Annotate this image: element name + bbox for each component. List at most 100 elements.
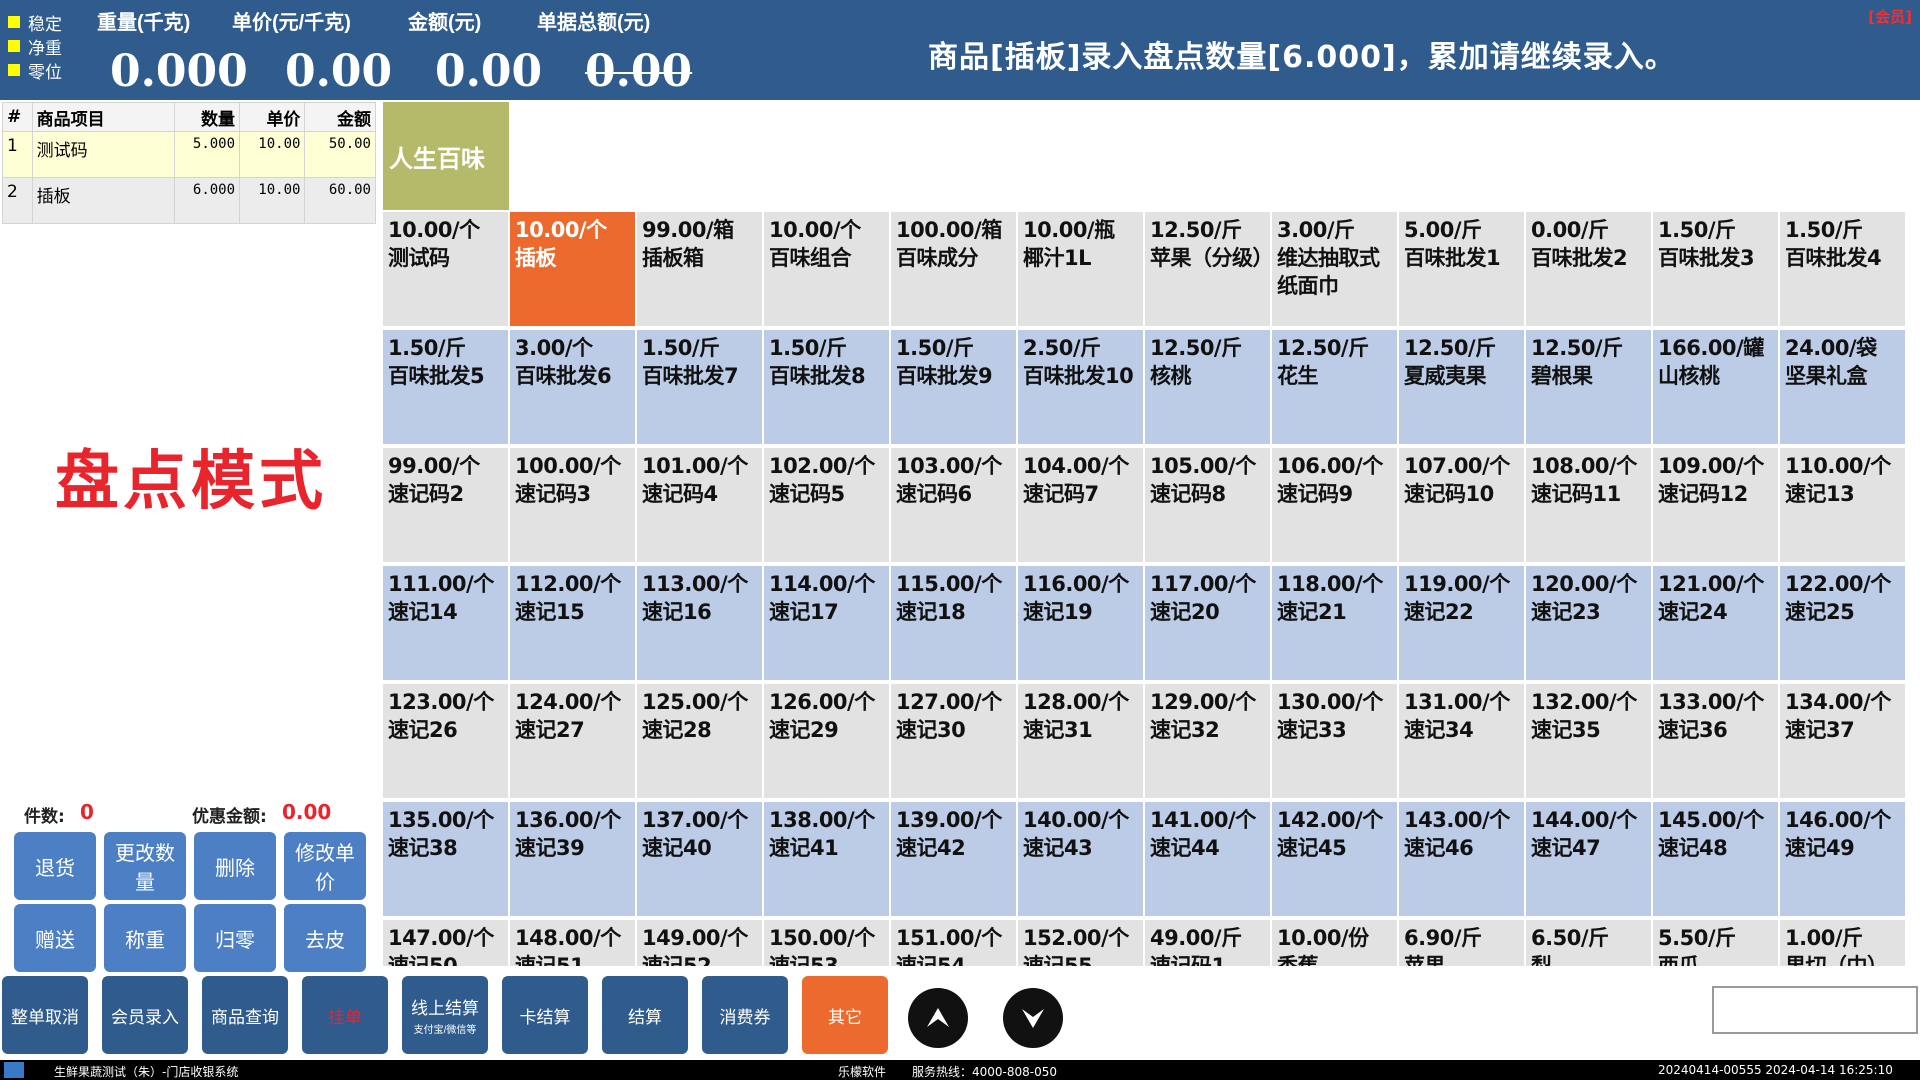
product-tile[interactable]: 12.50/斤 花生 [1272, 330, 1397, 444]
return-button[interactable]: 退货 [14, 832, 96, 900]
product-tile[interactable]: 12.50/斤 夏威夷果 [1399, 330, 1524, 444]
product-tile[interactable]: 12.50/斤 核桃 [1145, 330, 1270, 444]
product-tile[interactable]: 105.00/个 速记码8 [1145, 448, 1270, 562]
product-tile[interactable]: 10.00/瓶 椰汁1L [1018, 212, 1143, 326]
product-tile[interactable]: 1.50/斤 百味批发8 [764, 330, 889, 444]
product-grid-viewport[interactable]: 10.00/个 测试码 10.00/个 插板 99.00/箱 插板箱 10.00/个 百味组合… [383, 212, 1911, 966]
product-tile[interactable]: 152.00/个 速记55 [1018, 920, 1143, 966]
product-tile[interactable]: 138.00/个 速记41 [764, 802, 889, 916]
product-tile[interactable]: 122.00/个 速记25 [1780, 566, 1905, 680]
weigh-button[interactable]: 称重 [104, 904, 186, 972]
product-tile[interactable]: 120.00/个 速记23 [1526, 566, 1651, 680]
product-tile[interactable]: 118.00/个 速记21 [1272, 566, 1397, 680]
product-tile[interactable]: 6.90/斤 苹果 [1399, 920, 1524, 966]
product-tile[interactable]: 1.50/斤 百味批发3 [1653, 212, 1778, 326]
product-tile[interactable]: 5.00/斤 百味批发1 [1399, 212, 1524, 326]
scroll-down-button[interactable] [1003, 988, 1063, 1048]
product-tile[interactable]: 112.00/个 速记15 [510, 566, 635, 680]
product-tile[interactable]: 3.00/个 百味批发6 [510, 330, 635, 444]
product-tile[interactable]: 130.00/个 速记33 [1272, 684, 1397, 798]
product-tile[interactable]: 110.00/个 速记13 [1780, 448, 1905, 562]
product-tile[interactable]: 132.00/个 速记35 [1526, 684, 1651, 798]
product-tile[interactable]: 10.00/个 百味组合 [764, 212, 889, 326]
product-tile[interactable]: 133.00/个 速记36 [1653, 684, 1778, 798]
scroll-up-button[interactable] [908, 988, 968, 1048]
barcode-input[interactable] [1712, 986, 1918, 1034]
product-tile[interactable]: 3.00/斤 维达抽取式纸面巾 [1272, 212, 1397, 326]
product-tile[interactable]: 49.00/斤 速记码1 [1145, 920, 1270, 966]
product-tile[interactable]: 142.00/个 速记45 [1272, 802, 1397, 916]
product-tile[interactable]: 143.00/个 速记46 [1399, 802, 1524, 916]
product-tile[interactable]: 136.00/个 速记39 [510, 802, 635, 916]
product-search-button[interactable]: 商品查询 [202, 976, 288, 1054]
product-tile[interactable]: 12.50/斤 碧根果 [1526, 330, 1651, 444]
delete-button[interactable]: 删除 [194, 832, 276, 900]
product-tile[interactable]: 103.00/个 速记码6 [891, 448, 1016, 562]
cancel-order-button[interactable]: 整单取消 [2, 976, 88, 1054]
product-tile[interactable]: 113.00/个 速记16 [637, 566, 762, 680]
product-tile[interactable]: 117.00/个 速记20 [1145, 566, 1270, 680]
product-tile[interactable]: 129.00/个 速记32 [1145, 684, 1270, 798]
product-tile[interactable]: 148.00/个 速记51 [510, 920, 635, 966]
product-tile[interactable]: 1.50/斤 百味批发9 [891, 330, 1016, 444]
product-tile[interactable]: 102.00/个 速记码5 [764, 448, 889, 562]
product-tile[interactable]: 139.00/个 速记42 [891, 802, 1016, 916]
product-tile[interactable]: 144.00/个 速记47 [1526, 802, 1651, 916]
table-row[interactable]: 2 插板 6.000 10.00 60.00 [2, 177, 376, 224]
product-tile[interactable]: 166.00/罐 山核桃 [1653, 330, 1778, 444]
product-tile[interactable]: 150.00/个 速记53 [764, 920, 889, 966]
product-tile[interactable]: 0.00/斤 百味批发2 [1526, 212, 1651, 326]
tare-button[interactable]: 去皮 [284, 904, 366, 972]
change-qty-button[interactable]: 更改数量 [104, 832, 186, 900]
change-price-button[interactable]: 修改单价 [284, 832, 366, 900]
product-tile[interactable]: 141.00/个 速记44 [1145, 802, 1270, 916]
product-tile[interactable]: 127.00/个 速记30 [891, 684, 1016, 798]
online-settle-button[interactable]: 线上结算 支付宝/微信等 [402, 976, 488, 1054]
product-tile[interactable]: 125.00/个 速记28 [637, 684, 762, 798]
product-tile[interactable]: 101.00/个 速记码4 [637, 448, 762, 562]
product-tile[interactable]: 109.00/个 速记码12 [1653, 448, 1778, 562]
hold-order-button[interactable]: 挂单 [302, 976, 388, 1054]
product-tile[interactable]: 123.00/个 速记26 [383, 684, 508, 798]
product-tile[interactable]: 10.00/个 插板 [510, 212, 635, 326]
zero-button[interactable]: 归零 [194, 904, 276, 972]
product-tile[interactable]: 121.00/个 速记24 [1653, 566, 1778, 680]
product-tile[interactable]: 116.00/个 速记19 [1018, 566, 1143, 680]
card-settle-button[interactable]: 卡结算 [502, 976, 588, 1054]
product-tile[interactable]: 147.00/个 速记50 [383, 920, 508, 966]
product-tile[interactable]: 124.00/个 速记27 [510, 684, 635, 798]
product-tile[interactable]: 1.00/斤 果切（中） [1780, 920, 1905, 966]
product-tile[interactable]: 128.00/个 速记31 [1018, 684, 1143, 798]
product-tile[interactable]: 10.00/份 香蕉 [1272, 920, 1397, 966]
product-tile[interactable]: 149.00/个 速记52 [637, 920, 762, 966]
product-tile[interactable]: 104.00/个 速记码7 [1018, 448, 1143, 562]
product-tile[interactable]: 111.00/个 速记14 [383, 566, 508, 680]
table-row[interactable]: 1 测试码 5.000 10.00 50.00 [2, 131, 376, 178]
product-tile[interactable]: 119.00/个 速记22 [1399, 566, 1524, 680]
category-tab[interactable]: 人生百味 [383, 102, 509, 210]
product-tile[interactable]: 1.50/斤 百味批发7 [637, 330, 762, 444]
product-tile[interactable]: 5.50/斤 西瓜 [1653, 920, 1778, 966]
product-tile[interactable]: 106.00/个 速记码9 [1272, 448, 1397, 562]
product-tile[interactable]: 6.50/斤梨 [1526, 920, 1651, 966]
product-tile[interactable]: 140.00/个 速记43 [1018, 802, 1143, 916]
product-tile[interactable]: 100.00/个 速记码3 [510, 448, 635, 562]
product-tile[interactable]: 151.00/个 速记54 [891, 920, 1016, 966]
product-tile[interactable]: 126.00/个 速记29 [764, 684, 889, 798]
product-tile[interactable]: 137.00/个 速记40 [637, 802, 762, 916]
product-tile[interactable]: 2.50/斤 百味批发10 [1018, 330, 1143, 444]
other-button[interactable]: 其它 [802, 976, 888, 1054]
product-tile[interactable]: 115.00/个 速记18 [891, 566, 1016, 680]
product-tile[interactable]: 10.00/个 测试码 [383, 212, 508, 326]
settle-button[interactable]: 结算 [602, 976, 688, 1054]
product-tile[interactable]: 99.00/个 速记码2 [383, 448, 508, 562]
product-tile[interactable]: 99.00/箱 插板箱 [637, 212, 762, 326]
product-tile[interactable]: 114.00/个 速记17 [764, 566, 889, 680]
product-tile[interactable]: 145.00/个 速记48 [1653, 802, 1778, 916]
product-tile[interactable]: 1.50/斤 百味批发5 [383, 330, 508, 444]
product-tile[interactable]: 24.00/袋 坚果礼盒 [1780, 330, 1905, 444]
product-tile[interactable]: 100.00/箱 百味成分 [891, 212, 1016, 326]
member-entry-button[interactable]: 会员录入 [102, 976, 188, 1054]
product-tile[interactable]: 135.00/个 速记38 [383, 802, 508, 916]
gift-button[interactable]: 赠送 [14, 904, 96, 972]
